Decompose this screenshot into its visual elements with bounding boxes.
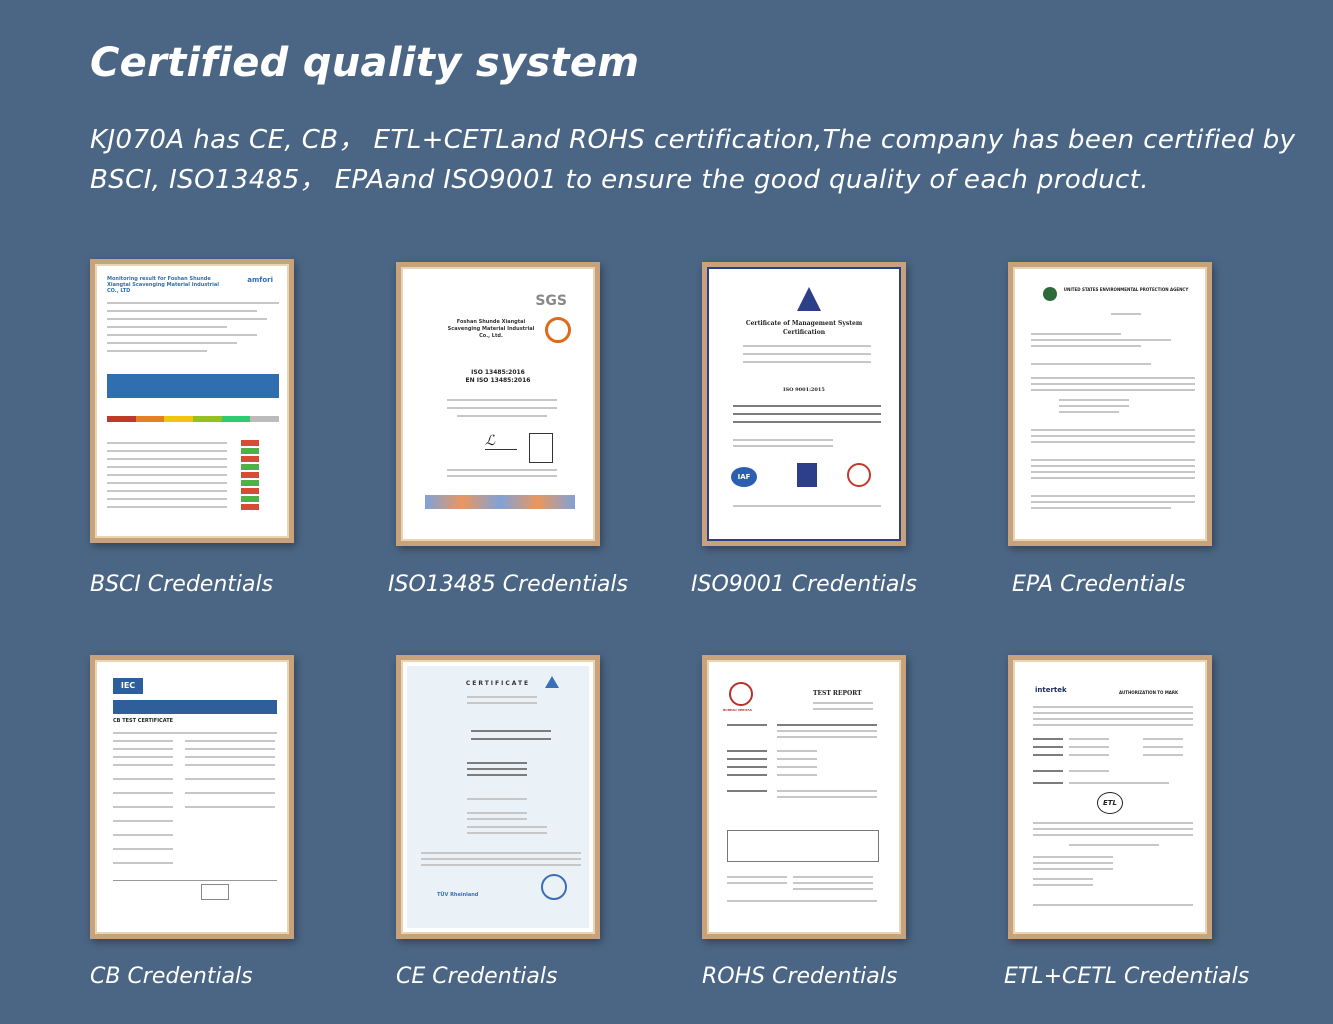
sgs-logo: SGS	[535, 293, 567, 309]
iaf-logo: IAF	[731, 467, 757, 487]
bureau-veritas-logo-icon	[729, 682, 753, 706]
intertek-logo: intertek	[1035, 686, 1067, 694]
iso9001-standard: ISO 9001:2015	[783, 387, 825, 393]
iso9001-certificate-image: Certificate of Management System Certifi…	[702, 262, 906, 546]
bsci-status-column	[241, 440, 259, 510]
caption-rohs: ROHS Credentials	[702, 964, 898, 989]
epa-seal-icon	[1043, 287, 1057, 301]
page-description: KJ070A has CE, CB， ETL+CETLand ROHS cert…	[90, 120, 1296, 200]
description-line-1: KJ070A has CE, CB， ETL+CETLand ROHS cert…	[90, 125, 1296, 155]
bsci-doc-heading: Monitoring result for Foshan Shunde Xian…	[107, 276, 219, 294]
amfori-logo: amfori	[247, 276, 273, 284]
caption-epa: EPA Credentials	[1012, 572, 1186, 597]
ce-stamp-icon	[541, 874, 567, 900]
ukas-mark-icon	[529, 433, 553, 463]
ce-doc-heading: CERTIFICATE	[465, 680, 531, 687]
cb-doc-heading: CB TEST CERTIFICATE	[113, 718, 174, 724]
red-seal-icon	[847, 463, 871, 487]
bsci-rating-scale	[107, 416, 280, 422]
page-title: Certified quality system	[90, 40, 640, 86]
iso13485-signature: ℒ	[485, 433, 517, 450]
iso13485-standard: ISO 13485:2016	[471, 369, 525, 376]
ce-issuer-logo: TÜV Rheinland	[437, 892, 479, 898]
caption-ce: CE Credentials	[396, 964, 558, 989]
accreditation-mark-icon	[797, 463, 817, 487]
bsci-info-banner	[107, 374, 279, 398]
certification-emblem-icon	[797, 287, 821, 311]
tuv-logo-icon	[545, 676, 559, 688]
iso9001-doc-heading: Certificate of Management System Certifi…	[745, 320, 863, 336]
cb-footer	[113, 880, 277, 903]
bureau-veritas-logo: BUREAU VERITAS	[723, 708, 752, 712]
rohs-certificate-image: BUREAU VERITAS TEST REPORT	[702, 655, 906, 939]
caption-bsci: BSCI Credentials	[90, 572, 274, 597]
etl-mark-icon: ETL	[1097, 792, 1123, 814]
cb-stamp-icon	[201, 884, 229, 900]
caption-etl-cetl: ETL+CETL Credentials	[1004, 964, 1250, 989]
sgs-seal-icon	[545, 317, 571, 343]
iec-logo: IEC	[113, 678, 143, 694]
caption-iso9001: ISO9001 Credentials	[691, 572, 917, 597]
epa-doc-heading: UNITED STATES ENVIRONMENTAL PROTECTION A…	[1063, 287, 1189, 292]
iso13485-certificate-image: SGS Foshan Shunde Xiangtai Scavenging Ma…	[396, 262, 600, 546]
iso13485-standard-en: EN ISO 13485:2016	[465, 377, 531, 384]
ce-certificate-image: CERTIFICATE TÜV Rheinland	[396, 655, 600, 939]
caption-iso13485: ISO13485 Credentials	[388, 572, 628, 597]
cb-certificate-image: IEC CB TEST CERTIFICATE	[90, 655, 294, 939]
cb-header-band	[113, 700, 277, 714]
sgs-footer-band	[425, 495, 575, 509]
etl-certificate-image: intertek AUTHORIZATION TO MARK ETL	[1008, 655, 1212, 939]
bsci-certificate-image: Monitoring result for Foshan Shunde Xian…	[90, 259, 294, 543]
caption-cb: CB Credentials	[90, 964, 253, 989]
etl-doc-heading: AUTHORIZATION TO MARK	[1119, 690, 1179, 695]
iso13485-company-name: Foshan Shunde Xiangtai Scavenging Materi…	[447, 319, 535, 339]
epa-certificate-image: UNITED STATES ENVIRONMENTAL PROTECTION A…	[1008, 262, 1212, 546]
rohs-result-table	[727, 830, 879, 862]
description-line-2: BSCI, ISO13485， EPAand ISO9001 to ensure…	[90, 165, 1149, 195]
rohs-doc-heading: TEST REPORT	[813, 690, 862, 697]
